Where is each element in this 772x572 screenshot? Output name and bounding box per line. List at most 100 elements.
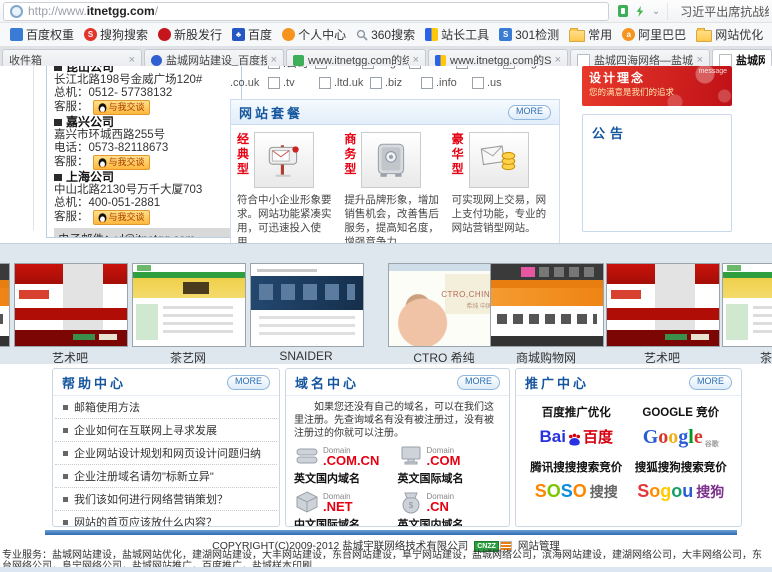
portfolio-thumbnail-snaider[interactable]: [250, 263, 364, 347]
domain-caption: 英文国内域名: [294, 470, 398, 486]
portfolio-thumbnail-art[interactable]: [14, 263, 128, 347]
package-type-label: 豪华型: [452, 132, 465, 188]
bookmarks-overflow-chevron[interactable]: »: [768, 28, 772, 42]
company-name: 嘉兴公司: [54, 115, 234, 129]
chart-favicon-icon: [435, 55, 446, 66]
promo-sogou[interactable]: 搜狐搜狗搜索竞价 Sogou 搜狗: [629, 459, 734, 502]
help-item[interactable]: 我们该如何进行网络营销策划？: [55, 488, 277, 511]
portfolio-thumbnail[interactable]: [722, 263, 772, 347]
notice-title: 公告: [592, 123, 722, 142]
magnifier-icon: [356, 29, 368, 41]
qq-chat-button[interactable]: 与我交谈: [93, 210, 150, 225]
domain-checkbox[interactable]: [472, 77, 484, 89]
portfolio-thumbnail[interactable]: [0, 263, 10, 347]
bookmark-folder-common[interactable]: 常用: [564, 24, 617, 45]
bullet-icon: [54, 174, 62, 181]
more-button[interactable]: MORE: [227, 375, 270, 390]
help-item[interactable]: 企业注册域名请勿"标新立异": [55, 465, 277, 488]
domain-checkbox[interactable]: [319, 77, 331, 89]
portfolio-caption[interactable]: 茶艺网: [132, 349, 244, 366]
help-item[interactable]: 网站的首页应该放什么内容？: [55, 511, 277, 527]
bookmark-301-check[interactable]: S301检测: [494, 24, 564, 45]
portfolio-caption[interactable]: 艺术吧: [606, 349, 718, 366]
package-deluxe[interactable]: 豪华型 可实现网上交易，网上支付功能，专业的网站营销型网站。: [452, 132, 553, 243]
promo-google[interactable]: GOOGLE 竞价 Google 谷歌: [629, 404, 734, 449]
domain-checkbox[interactable]: [456, 66, 468, 69]
design-concept-banner[interactable]: 设计理念 您的满意是我们的追求 message: [582, 66, 732, 106]
close-icon[interactable]: ×: [413, 54, 419, 66]
content-top: 昆山公司 长江北路198号金威广场120# 总机：0512- 57738132 …: [0, 66, 772, 243]
domain-item-com[interactable]: Domain.COM 英文国际域名: [398, 443, 502, 486]
domain-checkbox[interactable]: [268, 66, 280, 69]
help-item[interactable]: 企业网站设计规划和网页设计问题归纳: [55, 442, 277, 465]
domain-item-cn[interactable]: $ Domain.CN 英文国内域名: [398, 489, 502, 527]
domain-checkbox[interactable]: [421, 77, 433, 89]
baidu-paw-icon: ♣: [232, 28, 245, 41]
url-input[interactable]: http://www.itnetgg.com/: [3, 2, 609, 21]
svg-text:$: $: [408, 501, 413, 510]
close-icon[interactable]: ×: [697, 54, 703, 66]
bookmark-360-search[interactable]: 360搜索: [351, 24, 420, 45]
portfolio-caption[interactable]: CTRO 希纯: [388, 349, 500, 366]
bookmark-baidu[interactable]: ♣百度: [227, 24, 277, 45]
more-button[interactable]: MORE: [508, 105, 551, 120]
bullet-icon: [54, 119, 62, 126]
promo-soso[interactable]: 腾讯搜搜搜索竞价 SOSO 搜搜: [524, 459, 629, 502]
domain-checkbox[interactable]: [409, 66, 421, 69]
portfolio-thumbnail-ctro[interactable]: CTRO,CHINA 希纯 中国: [388, 263, 502, 347]
domain-checkbox[interactable]: [370, 77, 382, 89]
help-item[interactable]: 企业如何在互联网上寻求发展: [55, 419, 277, 442]
promo-baidu[interactable]: 百度推广优化 Bai 百度: [524, 404, 629, 449]
search-box[interactable]: 习近平出席抗战纪: [667, 3, 769, 20]
site-favicon-icon: [10, 5, 23, 18]
promotion-grid: 百度推广优化 Bai 百度 GOOGLE 竞价 Google 谷歌 腾讯搜搜搜: [516, 396, 741, 502]
close-icon[interactable]: ×: [555, 54, 561, 66]
plugin-icon[interactable]: [618, 5, 628, 17]
panel-title: 帮助中心: [62, 373, 126, 392]
banner-tag: message: [699, 68, 727, 75]
package-description: 提升品牌形象，增加销售机会，改善售后服务，提高知名度，增强竞争力: [344, 193, 445, 243]
folder-icon: [696, 30, 712, 42]
portfolio-caption[interactable]: 艺术吧: [14, 349, 126, 366]
browser-window: http://www.itnetgg.com/ ⌄ 习近平出席抗战纪 百度权重 …: [0, 0, 772, 572]
portfolio-thumbnail-mall[interactable]: [490, 263, 604, 347]
query-favicon-icon: [293, 55, 304, 66]
domain-checkbox[interactable]: [503, 66, 515, 69]
qq-chat-button[interactable]: 与我交谈: [93, 100, 150, 115]
lightning-icon[interactable]: [635, 5, 645, 18]
domain-checkbox[interactable]: [268, 77, 280, 89]
bookmark-sogou-search[interactable]: S搜狗搜索: [79, 24, 153, 45]
help-item[interactable]: 邮箱使用方法: [55, 396, 277, 419]
domain-item-net[interactable]: Domain.NET 中文国际域名: [294, 489, 398, 527]
close-icon[interactable]: ×: [271, 54, 277, 66]
portfolio-thumbnail-art[interactable]: [606, 263, 720, 347]
package-description: 符合中小企业形象要求。网站功能紧凑实用，可迅速投入使用。: [237, 193, 338, 243]
more-button[interactable]: MORE: [689, 375, 732, 390]
company-phone: 总机：400-051-2881: [54, 197, 234, 210]
domain-caption: 英文国内域名: [398, 516, 502, 527]
domain-item-comcn[interactable]: Domain.COM.CN 英文国内域名: [294, 443, 398, 486]
portfolio-thumbnail-tea[interactable]: [132, 263, 246, 347]
disk-icon: [294, 443, 320, 469]
domain-checkbox[interactable]: [315, 66, 327, 69]
bookmark-baidu-weight[interactable]: 百度权重: [5, 24, 79, 45]
bookmark-webmaster-tools[interactable]: 站长工具: [420, 24, 494, 45]
bookmark-personal-center[interactable]: 个人中心: [277, 24, 351, 45]
section-header: 网站套餐 MORE: [231, 100, 559, 125]
portfolio-caption[interactable]: 茶艺网: [722, 349, 772, 366]
close-icon[interactable]: ×: [129, 54, 135, 66]
package-classic[interactable]: 经典型 符合中小企业形象要求。网站功能紧凑实用，可迅速投入使用。: [237, 132, 338, 243]
chevron-down-icon[interactable]: ⌄: [652, 6, 660, 17]
portfolio-caption[interactable]: 商城购物网: [490, 349, 602, 366]
bullet-icon: [54, 66, 62, 71]
qq-chat-button[interactable]: 与我交谈: [93, 155, 150, 170]
company-address: 嘉兴市环城西路255号: [54, 129, 234, 142]
more-button[interactable]: MORE: [457, 375, 500, 390]
bookmark-new-stock[interactable]: 新股发行: [153, 24, 227, 45]
bookmark-alibaba[interactable]: a阿里巴巴: [617, 24, 691, 45]
package-business[interactable]: 商务型 提升品牌形象，增加销售机会，改善售后服务，提高知名度，增强竞争力: [344, 132, 445, 243]
domain-checkbox[interactable]: [362, 66, 374, 69]
baidu-logo: Bai 百度: [524, 426, 629, 447]
portfolio-caption[interactable]: SNAIDER: [250, 349, 362, 363]
bookmark-folder-seo[interactable]: 网站优化: [691, 24, 768, 45]
